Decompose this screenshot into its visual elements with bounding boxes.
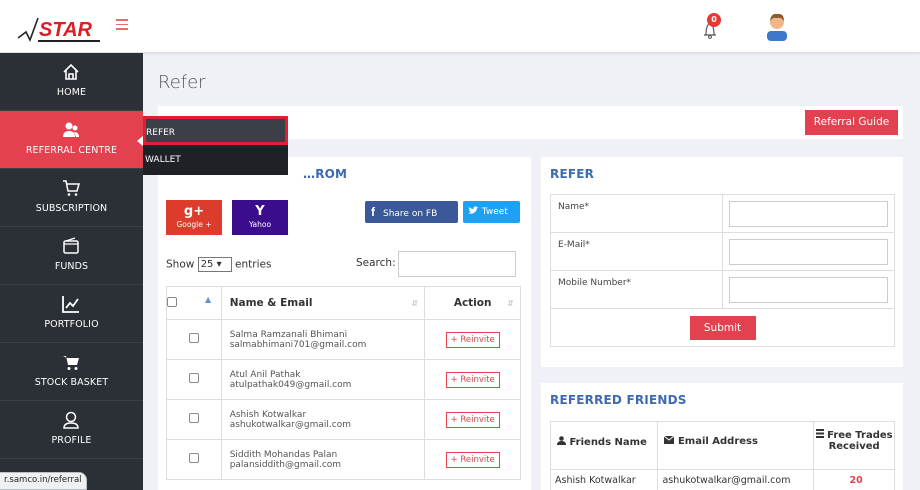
referral-guide-button[interactable]: Referral Guide [805, 110, 898, 135]
svg-text:STAR: STAR [39, 19, 93, 41]
reinvite-button[interactable]: + Reinvite [445, 371, 500, 388]
row-checkbox[interactable] [188, 413, 199, 423]
invites-table: ▲ Name & Email ⇵ Action ⇵ Salma Ramzanali … [166, 286, 521, 480]
sidebar: HOME REFERRAL CENTRE SUBSCRIPTION FUNDS … [0, 53, 144, 490]
referred-friends-card: REFERRED FRIENDS Friends Name Email Addr… [541, 383, 903, 490]
twitter-icon [468, 206, 479, 214]
chart-line-icon [62, 296, 79, 313]
yahoo-button[interactable]: Y Yahoo [232, 200, 288, 235]
top-bar: STAR 0 [0, 0, 920, 53]
friend-email: ashukotwalkar@gmail.com [229, 419, 351, 430]
tweet-button[interactable]: Tweet [463, 201, 520, 223]
facebook-icon: f [371, 205, 375, 219]
star-logo[interactable]: STAR [16, 12, 102, 46]
page-title: Refer [158, 72, 206, 93]
sidebar-item-stock-basket[interactable]: STOCK BASKET [0, 343, 143, 401]
refer-card: REFER Name* E-Mail* Mobile Number* Submi… [541, 157, 903, 367]
sort-asc-icon[interactable]: ▲ [205, 295, 211, 304]
wallet-icon [63, 237, 79, 254]
mobile-label: Mobile Number* [550, 270, 723, 309]
table-row: Salma Ramzanali Bhimani salmabhimani701@g… [166, 319, 521, 360]
submenu-item-wallet[interactable]: WALLET [143, 146, 288, 175]
sidebar-item-funds[interactable]: FUNDS [0, 227, 143, 285]
referred-card-title: REFERRED FRIENDS [550, 393, 687, 407]
invite-friends-card: …ROM g+ Google + Y Yahoo f Share on FB Tw… [158, 157, 531, 490]
notifications-bell[interactable]: 0 [697, 13, 725, 41]
profile-icon [63, 411, 79, 429]
envelope-icon [664, 435, 675, 444]
notification-badge: 0 [707, 13, 721, 27]
friend-name: Ashish Kotwalkar [229, 409, 307, 420]
search-label: Search: [356, 257, 396, 269]
table-row: Ashish Kotwalkar ashukotwalkar@gmail.com … [166, 399, 521, 440]
sidebar-item-referral-centre[interactable]: REFERRAL CENTRE [0, 111, 144, 169]
refer-card-title: REFER [550, 167, 595, 181]
sidebar-item-home[interactable]: HOME [0, 53, 143, 111]
row-checkbox[interactable] [188, 373, 199, 383]
friend-name: Salma Ramzanali Bhimani [229, 329, 348, 340]
entries-select[interactable]: 25 ▾ [197, 257, 232, 272]
user-avatar[interactable] [764, 11, 790, 41]
share-on-fb-button[interactable]: f Share on FB [365, 201, 458, 223]
basket-icon [63, 356, 79, 370]
email-label: E-Mail* [550, 232, 723, 271]
users-icon [63, 122, 79, 137]
google-plus-button[interactable]: g+ Google + [166, 200, 222, 235]
sidebar-item-subscription[interactable]: SUBSCRIPTION [0, 169, 143, 227]
cart-icon [63, 180, 80, 196]
mobile-input[interactable] [729, 276, 888, 303]
row-checkbox[interactable] [188, 333, 199, 343]
home-icon [63, 63, 79, 80]
submenu-item-refer[interactable]: REFER [143, 116, 288, 145]
name-label: Name* [550, 194, 723, 233]
sort-icon: ⇵ [507, 299, 514, 308]
yahoo-icon: Y [255, 204, 265, 219]
table-row: Atul Anil Pathak atulpathak049@gmail.com … [166, 359, 521, 400]
referred-table: Friends Name Email Address Free Trades R… [549, 421, 895, 490]
coins-icon [815, 429, 824, 438]
search-input[interactable] [398, 251, 516, 277]
friend-name: Siddith Mohandas Palan [229, 449, 338, 460]
col-name-email[interactable]: Name & Email ⇵ [220, 286, 426, 320]
sort-icon: ⇵ [411, 299, 419, 308]
friend-name: Atul Anil Pathak [229, 369, 301, 380]
menu-toggle-icon[interactable] [116, 19, 128, 30]
col-action[interactable]: Action ⇵ [424, 286, 521, 320]
reinvite-button[interactable]: + Reinvite [445, 451, 500, 468]
select-all-checkbox[interactable] [167, 296, 177, 307]
col-email-address: Email Address [657, 421, 815, 470]
referral-submenu: REFER WALLET [143, 116, 288, 175]
email-input[interactable] [729, 238, 888, 265]
friend-email: salmabhimani701@gmail.com [229, 339, 367, 350]
free-trades-count: 20 [813, 469, 895, 490]
col-friends-name: Friends Name [549, 421, 659, 470]
referred-name: Ashish Kotwalkar [549, 469, 659, 490]
submit-button[interactable]: Submit [689, 315, 756, 340]
row-checkbox[interactable] [188, 453, 199, 463]
sidebar-item-profile[interactable]: PROFILE [0, 401, 143, 459]
table-row: Ashish Kotwalkar ashukotwalkar@gmail.com… [549, 469, 895, 490]
name-input[interactable] [729, 200, 888, 227]
reinvite-button[interactable]: + Reinvite [445, 411, 500, 428]
table-row: Siddith Mohandas Palan palansiddith@gmail… [166, 439, 521, 480]
friend-email: atulpathak049@gmail.com [229, 379, 352, 390]
user-icon [557, 436, 566, 445]
sidebar-item-portfolio[interactable]: PORTFOLIO [0, 285, 143, 343]
entries-length-control: Show 25 ▾ entries [166, 257, 272, 272]
google-plus-icon: g+ [183, 204, 205, 219]
refer-form: Name* E-Mail* Mobile Number* Submit [550, 194, 895, 347]
select-all-header: ▲ [166, 286, 222, 320]
status-bar-url: r.samco.in/referral [0, 472, 87, 490]
friend-email: palansiddith@gmail.com [229, 459, 342, 470]
referred-email: ashukotwalkar@gmail.com [657, 469, 815, 490]
col-free-trades: Free Trades Received [813, 421, 895, 470]
reinvite-button[interactable]: + Reinvite [445, 331, 500, 348]
